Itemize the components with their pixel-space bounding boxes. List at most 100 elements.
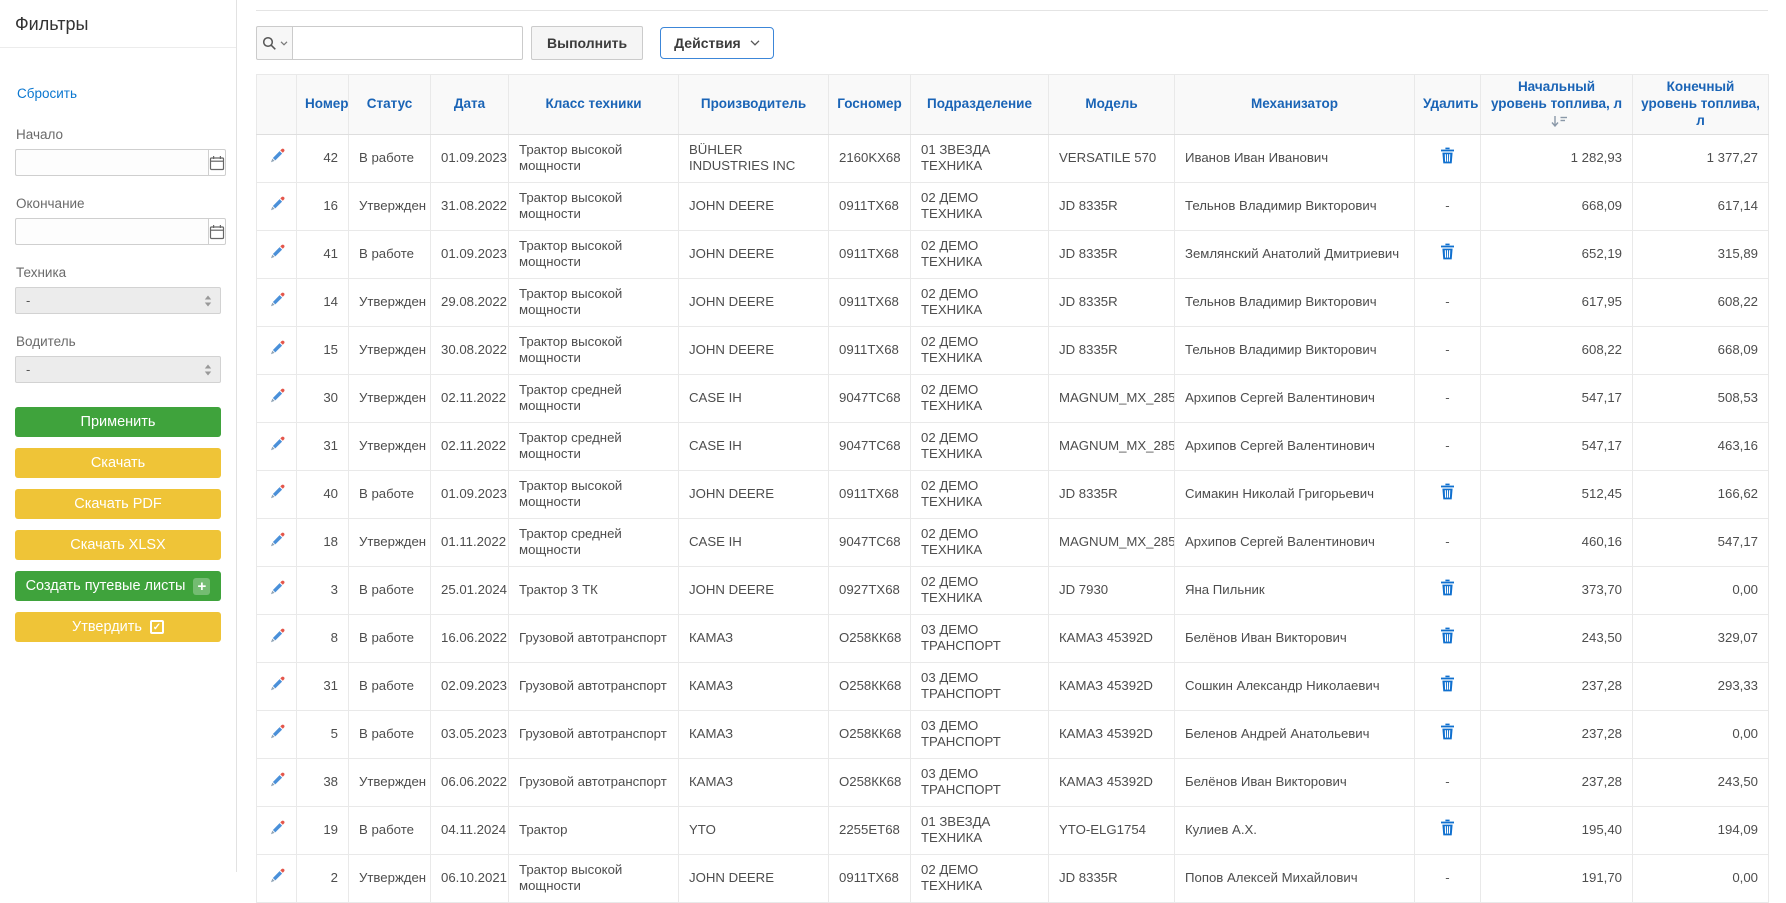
equipment-label: Техника (16, 265, 221, 280)
cell-model: MAGNUM_MX_285 (1049, 518, 1175, 566)
column-header-plate[interactable]: Госномер (829, 75, 911, 135)
edit-row-button[interactable] (269, 628, 285, 644)
edit-row-button[interactable] (269, 196, 285, 212)
reset-filters-link[interactable]: Сбросить (17, 86, 77, 101)
cell-model: JD 8335R (1049, 182, 1175, 230)
column-header-division[interactable]: Подразделение (911, 75, 1049, 135)
cell-tech_class: Трактор высокой мощности (509, 278, 679, 326)
create-waybills-button[interactable]: Создать путевые листы + (15, 571, 221, 601)
cell-delete (1415, 614, 1481, 662)
edit-row-button[interactable] (269, 244, 285, 260)
download-pdf-button[interactable]: Скачать PDF (15, 489, 221, 519)
cell-num: 31 (297, 422, 349, 470)
end-date-label: Окончание (16, 196, 221, 211)
end-date-input[interactable] (15, 218, 208, 245)
start-date-label: Начало (16, 127, 221, 142)
search-button[interactable] (256, 26, 293, 60)
edit-row-button[interactable] (269, 772, 285, 788)
column-header-fuel_start[interactable]: Начальный уровень топлива, л (1481, 75, 1633, 135)
column-header-fuel_end[interactable]: Конечный уровень топлива, л (1633, 75, 1769, 135)
edit-row-button[interactable] (269, 532, 285, 548)
cell-status: Утвержден (349, 758, 431, 806)
column-header-date[interactable]: Дата (431, 75, 509, 135)
filters-title: Фильтры (0, 0, 236, 47)
approve-button[interactable]: Утвердить (15, 612, 221, 642)
cell-division: 02 ДЕМО ТЕХНИКА (911, 278, 1049, 326)
column-header-label: Класс техники (545, 96, 641, 111)
apply-button-label: Применить (81, 414, 156, 430)
edit-row-button[interactable] (269, 820, 285, 836)
table-row: 3В работе25.01.2024Трактор 3 ТКJOHN DEER… (257, 566, 1769, 614)
cell-operator: Сошкин Александр Николаевич (1175, 662, 1415, 710)
cell-fuel_start: 237,28 (1481, 662, 1633, 710)
cell-tech_class: Трактор средней мощности (509, 422, 679, 470)
column-header-del[interactable]: Удалить (1415, 75, 1481, 135)
cell-division: 02 ДЕМО ТЕХНИКА (911, 566, 1049, 614)
cell-num: 40 (297, 470, 349, 518)
driver-select[interactable]: - (15, 356, 221, 383)
cell-num: 30 (297, 374, 349, 422)
delete-row-button[interactable] (1440, 243, 1455, 260)
delete-row-button[interactable] (1440, 147, 1455, 164)
start-date-calendar-button[interactable] (208, 149, 226, 176)
cell-model: JD 8335R (1049, 470, 1175, 518)
column-header-num[interactable]: Номер (297, 75, 349, 135)
report-table-body: 42В работе01.09.2023Трактор высокой мощн… (257, 134, 1769, 902)
edit-row-button[interactable] (269, 340, 285, 356)
delete-row-button[interactable] (1440, 579, 1455, 596)
cell-tech_class: Трактор высокой мощности (509, 230, 679, 278)
delete-row-button[interactable] (1440, 675, 1455, 692)
actions-button[interactable]: Действия (660, 27, 774, 59)
trash-icon (1440, 627, 1455, 644)
start-date-input[interactable] (15, 149, 208, 176)
download-button[interactable]: Скачать (15, 448, 221, 478)
cell-plate: 0911TX68 (829, 230, 911, 278)
column-header-tech_class[interactable]: Класс техники (509, 75, 679, 135)
trash-icon (1440, 675, 1455, 692)
search-input[interactable] (293, 26, 523, 60)
edit-row-button[interactable] (269, 868, 285, 884)
delete-row-button[interactable] (1440, 483, 1455, 500)
delete-row-button[interactable] (1440, 723, 1455, 740)
cell-model: JD 8335R (1049, 326, 1175, 374)
edit-row-button[interactable] (269, 580, 285, 596)
column-header-label: Производитель (701, 96, 806, 111)
edit-row-button[interactable] (269, 292, 285, 308)
apply-button[interactable]: Применить (15, 407, 221, 437)
delete-row-button[interactable] (1440, 627, 1455, 644)
delete-row-button[interactable] (1440, 819, 1455, 836)
cell-fuel_start: 608,22 (1481, 326, 1633, 374)
table-row: 38Утвержден06.06.2022Грузовой автотрансп… (257, 758, 1769, 806)
column-header-manufacturer[interactable]: Производитель (679, 75, 829, 135)
download-xlsx-button[interactable]: Скачать XLSX (15, 530, 221, 560)
edit-row-button[interactable] (269, 148, 285, 164)
column-header-status[interactable]: Статус (349, 75, 431, 135)
edit-row-button[interactable] (269, 676, 285, 692)
checkbox-icon (150, 620, 164, 634)
cell-fuel_end: 0,00 (1633, 710, 1769, 758)
report-toolbar: Выполнить Действия (256, 26, 1768, 60)
search-icon (262, 36, 277, 51)
cell-date: 02.11.2022 (431, 374, 509, 422)
column-header-label: Подразделение (927, 96, 1032, 111)
run-button[interactable]: Выполнить (531, 26, 643, 60)
cell-model: VERSATILE 570 (1049, 134, 1175, 182)
edit-row-button[interactable] (269, 724, 285, 740)
cell-date: 30.08.2022 (431, 326, 509, 374)
cell-manufacturer: КАМАЗ (679, 614, 829, 662)
column-header-model[interactable]: Модель (1049, 75, 1175, 135)
cell-status: В работе (349, 134, 431, 182)
column-header-operator[interactable]: Механизатор (1175, 75, 1415, 135)
edit-row-button[interactable] (269, 388, 285, 404)
end-date-calendar-button[interactable] (208, 218, 226, 245)
cell-fuel_end: 0,00 (1633, 854, 1769, 902)
edit-row-button[interactable] (269, 436, 285, 452)
cell-num: 3 (297, 566, 349, 614)
equipment-select[interactable]: - (15, 287, 221, 314)
cell-fuel_end: 243,50 (1633, 758, 1769, 806)
cell-division: 02 ДЕМО ТЕХНИКА (911, 470, 1049, 518)
edit-row-button[interactable] (269, 484, 285, 500)
cell-edit (257, 566, 297, 614)
cell-manufacturer: JOHN DEERE (679, 566, 829, 614)
cell-status: Утвержден (349, 422, 431, 470)
